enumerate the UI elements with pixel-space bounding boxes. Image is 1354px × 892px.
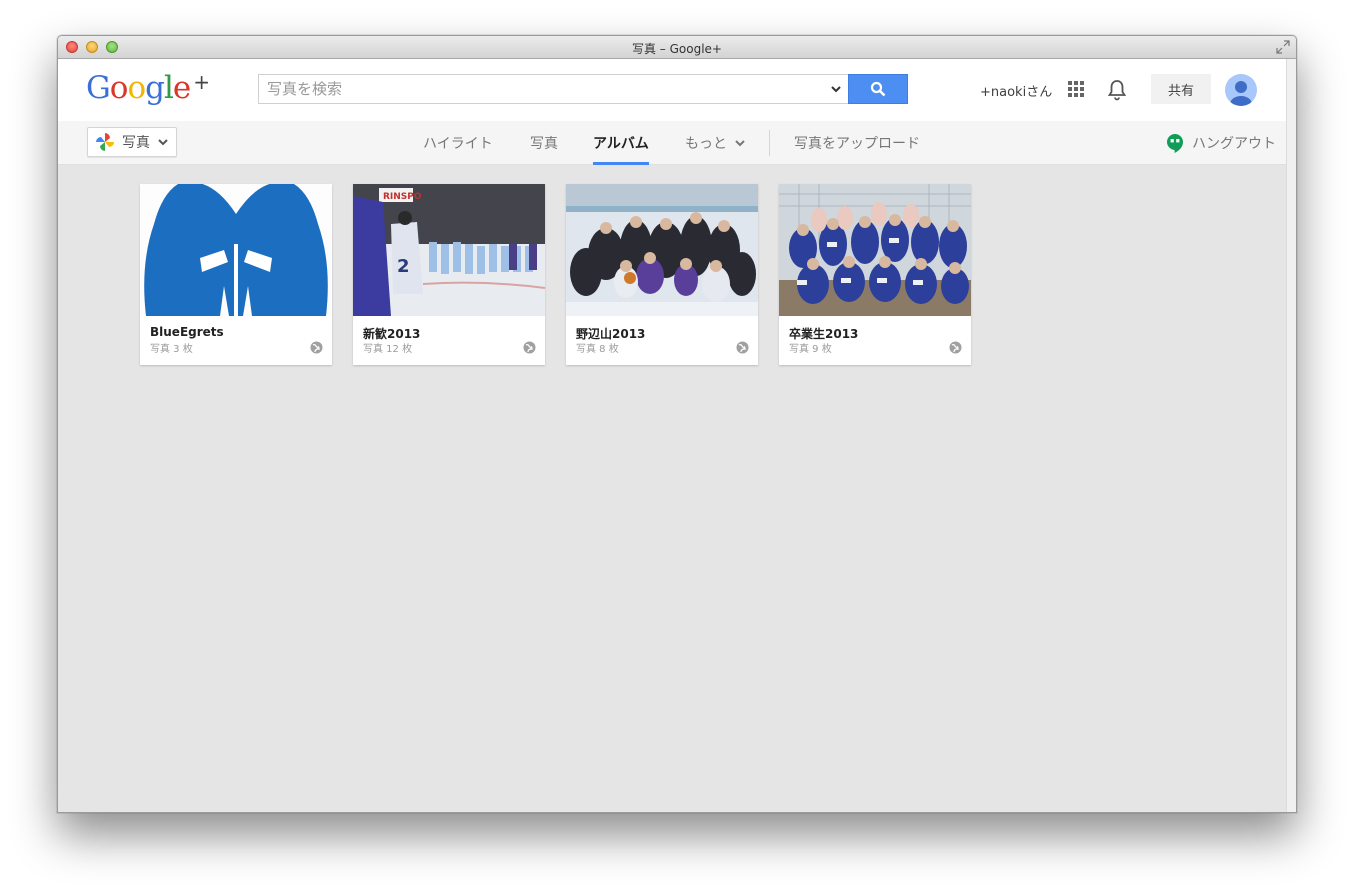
tab-albums[interactable]: アルバム: [593, 133, 649, 165]
upload-photos-link[interactable]: 写真をアップロード: [794, 133, 920, 165]
tab-more-label: もっと: [685, 136, 727, 152]
fullscreen-icon[interactable]: [1276, 40, 1290, 54]
album-card[interactable]: 野辺山2013 写真 8 枚: [566, 184, 758, 365]
svg-text:RINSPO: RINSPO: [383, 192, 422, 202]
album-card[interactable]: BlueEgrets 写真 3 枚: [140, 184, 332, 365]
browser-window: 写真 – Google+ Google+ +naokiさん: [57, 35, 1297, 813]
tab-more[interactable]: もっと: [685, 133, 745, 165]
globe-icon: [523, 341, 536, 354]
chevron-down-icon[interactable]: [830, 83, 842, 95]
album-cover-image: [566, 184, 758, 316]
globe-icon: [736, 341, 749, 354]
profile-name-link[interactable]: +naokiさん: [980, 81, 1052, 100]
album-card[interactable]: RINSPO 2 新歓2013 写真 12 枚: [353, 184, 545, 365]
section-nav-bar: 写真 ハイライト 写真 アルバム もっと 写真をアップロード ハングアウト: [58, 121, 1286, 165]
egret-emblem-logo: [144, 184, 328, 316]
album-photo-count: 写真 12 枚: [363, 344, 413, 355]
avatar[interactable]: [1225, 74, 1257, 106]
graduates-photo: [779, 184, 971, 316]
apps-grid-icon[interactable]: [1068, 81, 1084, 97]
search-box: [258, 74, 848, 104]
hangouts-label: ハングアウト: [1192, 136, 1276, 152]
title-bar: 写真 – Google+: [58, 36, 1296, 59]
globe-icon: [949, 341, 962, 354]
tab-photos[interactable]: 写真: [530, 133, 558, 165]
user-silhouette-icon: [1230, 81, 1252, 106]
album-photo-count: 写真 8 枚: [576, 344, 619, 355]
top-header: Google+ +naokiさん 共有: [58, 59, 1286, 121]
chevron-down-icon: [158, 139, 168, 146]
group-photo-ice: [566, 184, 758, 316]
app-switcher-button[interactable]: 写真: [87, 127, 177, 157]
search-button[interactable]: [848, 74, 908, 104]
album-photo-count: 写真 9 枚: [789, 344, 832, 355]
album-cover-image: RINSPO 2: [353, 184, 545, 316]
nav-divider: [769, 130, 770, 156]
photos-pinwheel-icon: [96, 133, 114, 151]
album-cover-image: [140, 184, 332, 316]
svg-text:2: 2: [397, 256, 410, 277]
window-title: 写真 – Google+: [631, 42, 722, 56]
share-button[interactable]: 共有: [1151, 74, 1211, 104]
app-switcher-label: 写真: [122, 135, 150, 151]
globe-icon: [310, 341, 323, 354]
google-plus-logo[interactable]: Google +: [86, 70, 210, 106]
album-card[interactable]: 卒業生2013 写真 9 枚: [779, 184, 971, 365]
hangouts-button[interactable]: ハングアウト: [1166, 133, 1276, 153]
album-photo-count: 写真 3 枚: [150, 344, 193, 355]
team-photo-rink: RINSPO 2: [353, 184, 545, 316]
hangouts-icon: [1167, 134, 1183, 153]
album-cover-image: [779, 184, 971, 316]
chevron-down-icon: [735, 140, 745, 147]
tab-highlights[interactable]: ハイライト: [423, 133, 493, 165]
search-icon: [870, 81, 886, 97]
search-input[interactable]: [259, 75, 819, 103]
album-title[interactable]: BlueEgrets: [150, 325, 224, 339]
vertical-scrollbar[interactable]: [1286, 59, 1296, 812]
notification-bell-icon[interactable]: [1107, 79, 1127, 101]
